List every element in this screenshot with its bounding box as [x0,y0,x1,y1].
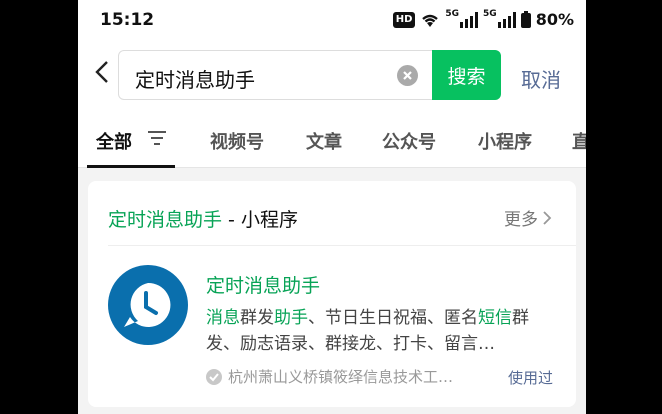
card-title-highlight: 定时消息助手 [108,209,223,231]
desc-part: 群发 [240,308,274,328]
more-link[interactable]: 更多 [504,205,552,230]
active-tab-indicator [87,165,175,168]
more-label: 更多 [504,210,538,230]
cancel-button[interactable]: 取消 [521,64,561,93]
signal-icon [460,11,479,28]
tab-channels[interactable]: 视频号 [210,128,264,154]
phone-screen: 15:12 HD 5G 5G 80% 定时消息助手 搜索 取消 全部 视频号 文… [78,0,586,414]
category-tabs: 全部 视频号 文章 公众号 小程序 直 [78,104,586,168]
verified-check-icon [206,368,222,385]
filter-icon[interactable] [148,130,166,146]
desc-part: 、节日生日祝福、匿名 [308,308,478,328]
status-time: 15:12 [100,10,155,30]
battery-percent: 80% [535,10,574,29]
signal-icon-2 [497,11,516,28]
app-name[interactable]: 定时消息助手 [206,271,320,298]
network-type-label: 5G [445,8,460,19]
hd-badge: HD [392,11,416,28]
clock-chat-app-icon[interactable] [108,265,188,345]
used-before-badge: 使用过 [508,369,554,387]
card-title-suffix: - 小程序 [222,209,298,231]
card-header[interactable]: 定时消息助手 - 小程序 更多 [88,181,576,245]
app-company: 杭州萧山义桥镇筱绎信息技术工… [206,366,453,387]
tab-all[interactable]: 全部 [96,128,132,154]
app-description: 消息群发助手、节日生日祝福、匿名短信群发、励志语录、群接龙、打卡、留言… [206,305,556,357]
desc-part: 短信 [478,308,512,328]
wifi-icon [422,14,439,27]
search-bar: 定时消息助手 搜索 取消 [78,40,586,104]
search-input[interactable]: 定时消息助手 [135,64,255,93]
desc-part: 助手 [274,308,308,328]
tab-articles[interactable]: 文章 [306,128,342,154]
battery-icon [520,11,531,28]
card-title: 定时消息助手 - 小程序 [108,205,298,232]
status-bar: 15:12 HD 5G 5G 80% [78,0,586,40]
desc-part: 消息 [206,308,240,328]
tab-mini-programs[interactable]: 小程序 [478,128,532,154]
tab-official-accounts[interactable]: 公众号 [382,128,436,154]
status-icons: HD 5G 5G 80% [392,8,574,29]
back-arrow-icon[interactable] [92,60,114,84]
mini-program-result-card: 定时消息助手 - 小程序 更多 定时消息助手 消息群发助手、节日生日祝福、匿名短… [88,181,576,407]
tab-live[interactable]: 直 [572,128,586,154]
card-divider [108,245,576,246]
network-type-label-2: 5G [483,8,497,19]
company-name: 杭州萧山义桥镇筱绎信息技术工… [228,368,454,386]
search-button[interactable]: 搜索 [432,50,501,100]
clear-input-icon[interactable] [397,65,418,86]
chevron-right-icon [543,210,552,225]
